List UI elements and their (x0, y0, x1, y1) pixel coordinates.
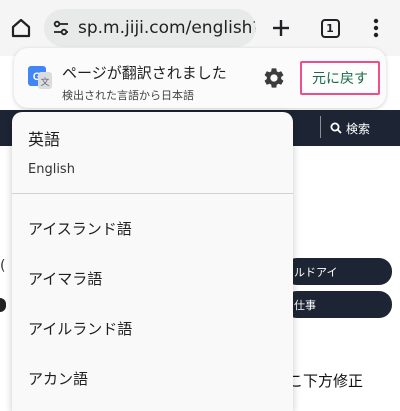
article-headline-fragment[interactable]: こ下方修正 (288, 370, 363, 391)
translate-subtitle: 検出された言語から日本語 (62, 89, 194, 102)
edge-paren: ( (0, 258, 6, 274)
plus-icon (273, 20, 289, 36)
language-menu: 英語 English アイスランド語 アイマラ語 アイルランド語 アカン語 (12, 112, 293, 411)
site-search-button[interactable]: 検索 (330, 110, 370, 146)
translate-bar: G 文 ページが翻訳されました 検出された言語から日本語 元に戻す (14, 48, 386, 108)
search-icon (330, 122, 342, 134)
home-button[interactable] (2, 9, 40, 47)
google-translate-icon[interactable]: G 文 (26, 64, 54, 92)
current-language-native: 英語 (28, 130, 61, 149)
language-option[interactable]: アイスランド語 (28, 218, 132, 239)
language-option[interactable]: アカン語 (28, 368, 88, 389)
current-language[interactable]: 英語 English (28, 126, 75, 177)
site-settings-icon[interactable] (44, 9, 78, 47)
tab-count: 1 (320, 18, 340, 38)
edge-dot (0, 298, 6, 312)
nav-divider (320, 116, 321, 138)
revert-translation-button[interactable]: 元に戻す (300, 61, 380, 95)
svg-text:文: 文 (40, 76, 49, 88)
site-search-label: 検索 (346, 121, 371, 136)
menu-divider (12, 193, 293, 194)
gear-icon[interactable] (262, 66, 286, 90)
browser-menu-button[interactable] (357, 9, 395, 47)
url-text: sp.m.jiji.com/english?page (78, 18, 256, 38)
new-tab-button[interactable] (262, 9, 300, 47)
site-tag-pill[interactable]: ルドアイ (284, 258, 392, 285)
home-icon (11, 18, 31, 38)
translate-title: ページが翻訳されました (62, 64, 227, 82)
language-option[interactable]: アイルランド語 (28, 318, 132, 339)
current-language-english: English (28, 162, 75, 177)
browser-screen: 検索 ルドアイ 仕事 こ下方修正 ( sp.m.jiji.com/english… (0, 0, 400, 411)
language-option[interactable]: アイマラ語 (28, 268, 102, 289)
more-vert-icon (373, 18, 379, 38)
tab-switcher-button[interactable]: 1 (311, 9, 349, 47)
address-bar[interactable]: sp.m.jiji.com/english?page (44, 9, 256, 47)
site-tag-pill[interactable]: 仕事 (284, 291, 392, 318)
